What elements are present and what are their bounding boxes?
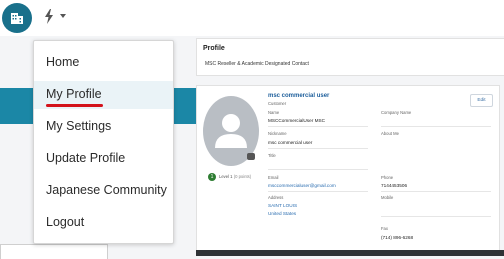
background-panel	[0, 244, 108, 259]
camera-icon[interactable]	[247, 153, 255, 160]
about-label: About Me	[381, 131, 399, 136]
menu-item-label: Home	[46, 55, 80, 69]
mobile-label: Mobile	[381, 195, 394, 200]
menu-item-home[interactable]: Home	[34, 49, 173, 77]
name-value: MSCCommercialUser MSC	[268, 118, 326, 123]
level-points: (0 points)	[233, 174, 252, 179]
nickname-label: Nickname	[268, 131, 287, 136]
menu-item-my-settings[interactable]: My Settings	[34, 113, 173, 141]
menu-item-japanese-community[interactable]: Japanese Community	[34, 177, 173, 205]
name-label: Name	[268, 110, 280, 115]
edit-button[interactable]: Edit	[470, 94, 493, 107]
email-link[interactable]: msccommercialuser@gmail.com	[268, 183, 336, 188]
level-badge: 1	[208, 173, 216, 181]
email-label: Email	[268, 175, 279, 180]
menu-item-label: Logout	[46, 215, 85, 229]
footer-bar	[196, 250, 504, 256]
active-underline	[46, 104, 103, 107]
menu-item-label: My Settings	[46, 119, 112, 133]
menu-item-logout[interactable]: Logout	[34, 209, 173, 237]
profile-name[interactable]: msc commercial user	[268, 93, 329, 99]
caret-down-icon[interactable]	[60, 14, 66, 18]
divider	[381, 216, 491, 217]
divider	[381, 191, 491, 192]
address-country[interactable]: United States	[268, 211, 296, 216]
phone-label: Phone	[381, 175, 394, 180]
fax-label: Fax	[381, 226, 388, 231]
level-label: Level 1	[219, 174, 233, 179]
divider	[381, 126, 491, 127]
building-icon[interactable]	[2, 3, 32, 33]
page-subtitle: MSC Reseller & Academic Designated Conta…	[205, 61, 309, 67]
menu-item-label: Update Profile	[46, 151, 126, 165]
menu-item-my-profile[interactable]: My Profile	[34, 81, 173, 109]
profile-role: Customer	[268, 101, 287, 106]
profile-card: 1 Level 1 (0 points) msc commercial user…	[196, 85, 500, 253]
top-bar	[0, 0, 504, 36]
nickname-value: msc commercial user	[268, 140, 313, 145]
divider	[268, 148, 368, 149]
user-menu-dropdown: Home My Profile My Settings Update Profi…	[33, 40, 174, 244]
fax-value: (714) 896-6268	[381, 235, 414, 240]
address-label: Address	[268, 195, 284, 200]
company-label: Company Name	[381, 110, 412, 115]
level-text: Level 1 (0 points)	[219, 174, 251, 179]
divider	[268, 191, 368, 192]
title-label: Title	[268, 153, 276, 158]
phone-value: 7144453506	[381, 183, 408, 188]
divider	[268, 169, 368, 170]
menu-item-label: Japanese Community	[46, 183, 167, 197]
divider	[268, 126, 368, 127]
menu-item-label: My Profile	[46, 87, 102, 101]
profile-header-card: Profile MSC Reseller & Academic Designat…	[196, 38, 504, 76]
lightning-bolt-icon[interactable]	[44, 9, 54, 29]
menu-item-update-profile[interactable]: Update Profile	[34, 145, 173, 173]
page-title: Profile	[203, 45, 225, 52]
address-city[interactable]: SAINT LOUIS	[268, 203, 297, 208]
